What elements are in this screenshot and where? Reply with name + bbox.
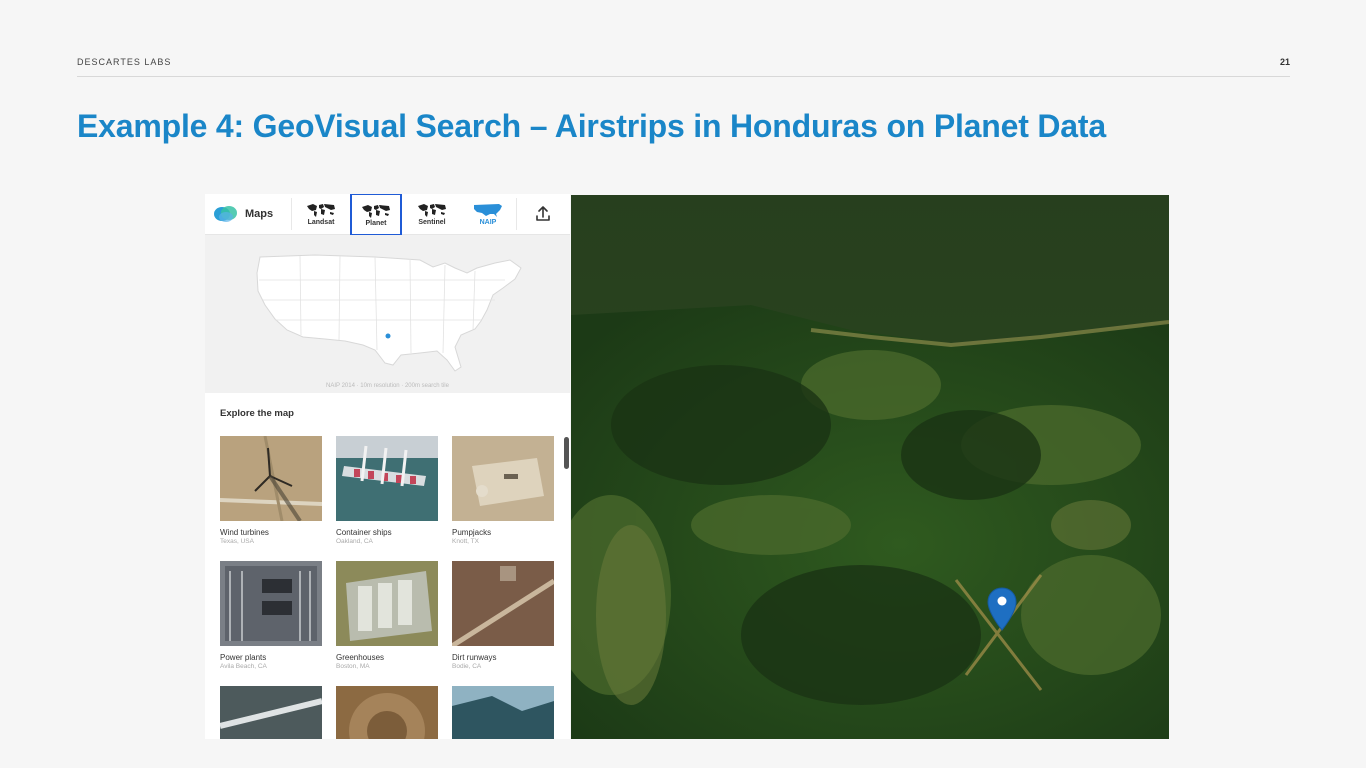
layer-button-planet[interactable]: Planet <box>350 194 402 236</box>
example-name: Pumpjacks <box>452 528 492 537</box>
layer-button-sentinel[interactable]: Sentinel <box>406 194 458 234</box>
example-location: Oakland, CA <box>336 538 373 545</box>
location-pin-icon[interactable] <box>986 586 1018 632</box>
example-name: Power plants <box>220 653 267 662</box>
example-name: Greenhouses <box>336 653 385 662</box>
example-pumpjacks[interactable]: Pumpjacks Knott, TX <box>452 436 554 545</box>
satellite-imagery <box>571 195 1169 739</box>
brand-label: Maps <box>245 208 274 220</box>
world-map-icon <box>307 204 335 217</box>
satellite-map-view[interactable] <box>571 195 1169 739</box>
world-map-icon <box>418 204 446 217</box>
container-ships-thumbnail <box>336 436 438 521</box>
layer-button-landsat[interactable]: Landsat <box>295 194 347 234</box>
upload-icon[interactable] <box>533 204 553 224</box>
explore-heading: Explore the map <box>220 408 294 419</box>
pumpjacks-thumbnail <box>452 436 554 521</box>
example-item[interactable] <box>452 686 554 739</box>
slide-title: Example 4: GeoVisual Search – Airstrips … <box>77 108 1106 144</box>
search-panel: Maps Landsat Planet Sentinel NAIP NAIP 2… <box>205 194 570 739</box>
brand-logo-icon <box>214 206 237 222</box>
layer-label: Planet <box>365 219 387 227</box>
example-power-plants[interactable]: Power plants Avila Beach, CA <box>220 561 322 670</box>
page-number: 21 <box>1279 57 1290 67</box>
example-location: Boston, MA <box>336 663 370 670</box>
example-location: Avila Beach, CA <box>220 663 267 670</box>
example-greenhouses[interactable]: Greenhouses Boston, MA <box>336 561 438 670</box>
map-caption: NAIP 2014 · 10m resolution · 200m search… <box>326 383 449 389</box>
layer-label: NAIP <box>479 219 497 226</box>
toolbar-divider <box>291 198 292 230</box>
header-divider <box>77 76 1290 77</box>
example-thumbnail <box>220 686 322 739</box>
example-container-ships[interactable]: Container ships Oakland, CA <box>336 436 438 545</box>
map-toolbar: Maps Landsat Planet Sentinel NAIP <box>205 194 570 236</box>
dirt-runways-thumbnail <box>452 561 554 646</box>
world-map-icon <box>362 204 390 218</box>
example-name: Container ships <box>336 528 392 537</box>
power-plants-thumbnail <box>220 561 322 646</box>
example-wind-turbines[interactable]: Wind turbines Texas, USA <box>220 436 322 545</box>
overview-map[interactable]: NAIP 2014 · 10m resolution · 200m search… <box>205 235 570 393</box>
usa-outline-map <box>256 254 522 372</box>
example-location: Bodie, CA <box>452 663 482 670</box>
example-location: Knott, TX <box>452 538 479 545</box>
example-name: Wind turbines <box>220 528 269 537</box>
example-dirt-runways[interactable]: Dirt runways Bodie, CA <box>452 561 554 670</box>
example-location: Texas, USA <box>220 538 254 545</box>
example-thumbnail <box>452 686 554 739</box>
company-label: DESCARTES LABS <box>77 57 172 67</box>
layer-label: Landsat <box>307 219 335 226</box>
layer-button-naip[interactable]: NAIP <box>462 194 514 234</box>
example-item[interactable] <box>336 686 438 739</box>
example-item[interactable] <box>220 686 322 739</box>
layer-label: Sentinel <box>418 219 446 226</box>
brand[interactable]: Maps <box>213 202 273 226</box>
toolbar-divider <box>516 198 517 230</box>
panel-scrollbar[interactable] <box>564 437 569 469</box>
usa-map-icon <box>474 204 502 217</box>
example-name: Dirt runways <box>452 653 497 662</box>
example-thumbnail <box>336 686 438 739</box>
wind-turbines-thumbnail <box>220 436 322 521</box>
greenhouses-thumbnail <box>336 561 438 646</box>
search-location-marker <box>385 333 391 339</box>
